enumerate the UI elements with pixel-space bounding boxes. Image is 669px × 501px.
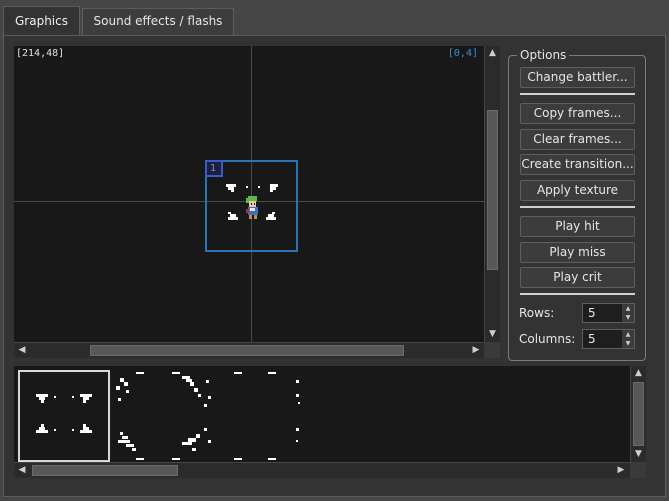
rows-value: 5 xyxy=(588,306,596,320)
create-transition-button[interactable]: Create transition... xyxy=(520,154,635,175)
separator xyxy=(520,293,635,295)
columns-label: Columns: xyxy=(519,332,576,346)
scroll-left-arrow-icon[interactable]: ◀ xyxy=(15,463,29,478)
battler-sprite[interactable] xyxy=(224,182,280,234)
frame-strip-view xyxy=(14,366,630,462)
spin-down-icon[interactable]: ▼ xyxy=(622,339,634,348)
columns-value: 5 xyxy=(588,332,596,346)
frame-texture-strip: ▲ ▼ ◀ ▶ xyxy=(14,366,646,478)
spin-up-icon[interactable]: ▲ xyxy=(622,330,634,339)
cell-coordinates: [0,4] xyxy=(447,48,478,59)
rows-spinbox[interactable]: 5 ▲ ▼ xyxy=(582,303,635,323)
scroll-right-arrow-icon[interactable]: ▶ xyxy=(614,463,628,478)
columns-spinbox[interactable]: 5 ▲ ▼ xyxy=(582,329,635,349)
cursor-coordinates: [214,48] xyxy=(16,48,65,59)
change-battler-button[interactable]: Change battler... xyxy=(520,67,635,88)
play-hit-button[interactable]: Play hit xyxy=(520,216,635,237)
separator xyxy=(520,93,635,95)
scroll-right-arrow-icon[interactable]: ▶ xyxy=(469,343,483,358)
animation-canvas[interactable]: [214,48] [0,4] 1 xyxy=(14,46,484,342)
separator xyxy=(520,206,635,208)
tab-graphics[interactable]: Graphics xyxy=(3,6,80,36)
canvas-vertical-scroll-thumb[interactable] xyxy=(487,110,498,270)
canvas-container: [214,48] [0,4] 1 ▲ ▼ ◀ ▶ xyxy=(14,46,500,360)
frame-thumbnail-art xyxy=(36,394,92,433)
rows-spin-buttons: ▲ ▼ xyxy=(622,304,634,322)
frame-thumbnail-selected[interactable] xyxy=(18,370,110,462)
scroll-left-arrow-icon[interactable]: ◀ xyxy=(15,343,29,358)
canvas-vertical-scrollbar[interactable]: ▲ ▼ xyxy=(484,46,500,342)
spin-up-icon[interactable]: ▲ xyxy=(622,304,634,313)
spin-down-icon[interactable]: ▼ xyxy=(622,313,634,322)
animation-editor: Graphics Sound effects / flashs [214,48]… xyxy=(0,0,669,501)
columns-spin-buttons: ▲ ▼ xyxy=(622,330,634,348)
strip-vertical-scroll-thumb[interactable] xyxy=(633,382,644,446)
tab-sound-effects-flashs[interactable]: Sound effects / flashs xyxy=(82,8,234,35)
options-group: Options Change battler... Copy frames...… xyxy=(508,47,646,361)
canvas-horizontal-scrollbar[interactable]: ◀ ▶ xyxy=(14,342,484,358)
canvas-horizontal-scroll-thumb[interactable] xyxy=(90,345,404,356)
apply-texture-button[interactable]: Apply texture xyxy=(520,180,635,201)
scroll-up-arrow-icon[interactable]: ▲ xyxy=(631,366,646,380)
scroll-corner xyxy=(630,462,646,478)
strip-horizontal-scrollbar[interactable]: ◀ ▶ xyxy=(14,462,630,478)
copy-frames-button[interactable]: Copy frames... xyxy=(520,103,635,124)
texture-frames-art[interactable] xyxy=(112,370,312,462)
play-miss-button[interactable]: Play miss xyxy=(520,242,635,263)
options-title: Options xyxy=(517,47,570,63)
scroll-up-arrow-icon[interactable]: ▲ xyxy=(485,46,500,60)
clear-frames-button[interactable]: Clear frames... xyxy=(520,129,635,150)
strip-horizontal-scroll-thumb[interactable] xyxy=(32,465,178,476)
play-crit-button[interactable]: Play crit xyxy=(520,267,635,288)
strip-vertical-scrollbar[interactable]: ▲ ▼ xyxy=(630,366,646,462)
scroll-corner xyxy=(484,342,500,358)
tab-bar: Graphics Sound effects / flashs xyxy=(0,0,669,36)
scroll-down-arrow-icon[interactable]: ▼ xyxy=(631,447,646,461)
frame-number-badge: 1 xyxy=(205,160,223,177)
scroll-down-arrow-icon[interactable]: ▼ xyxy=(485,327,500,341)
rows-label: Rows: xyxy=(519,306,555,320)
